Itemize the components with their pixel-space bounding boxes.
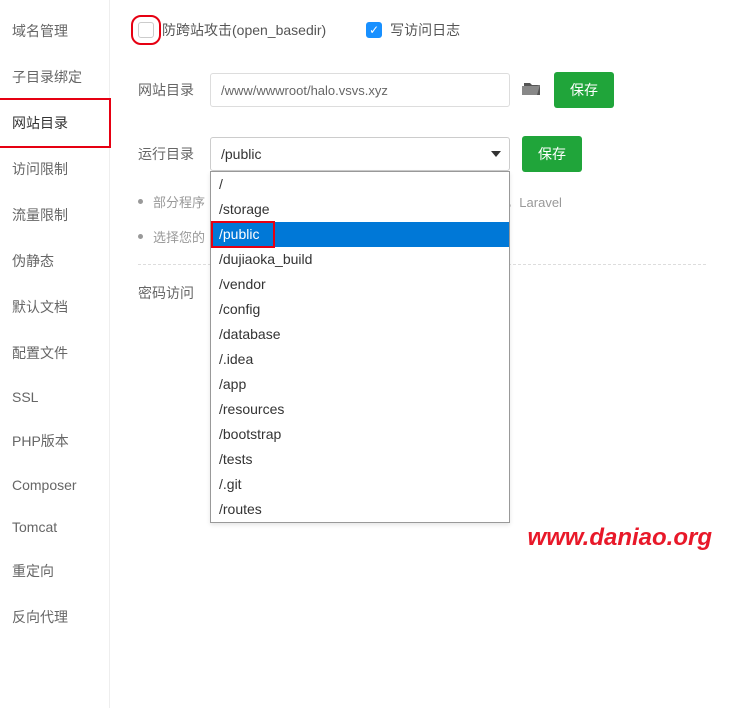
- site-dir-save-button[interactable]: 保存: [554, 72, 614, 108]
- access-log-label: 写访问日志: [390, 20, 460, 40]
- dropdown-option[interactable]: /.git: [211, 472, 509, 497]
- hint-line-2: 选择您的: [153, 227, 205, 246]
- dropdown-option[interactable]: /app: [211, 372, 509, 397]
- sidebar-item-ssl[interactable]: SSL: [0, 376, 109, 418]
- sidebar: 域名管理 子目录绑定 网站目录 访问限制 流量限制 伪静态 默认文档 配置文件 …: [0, 0, 110, 708]
- sidebar-item-sitedir[interactable]: 网站目录: [0, 98, 111, 148]
- access-log-checkbox-wrap[interactable]: 写访问日志: [366, 20, 460, 40]
- sidebar-item-reverse-proxy[interactable]: 反向代理: [0, 594, 109, 640]
- open-basedir-label: 防跨站攻击(open_basedir): [162, 20, 326, 40]
- sidebar-item-access[interactable]: 访问限制: [0, 146, 109, 192]
- sidebar-item-rewrite[interactable]: 伪静态: [0, 238, 109, 284]
- sidebar-item-default-doc[interactable]: 默认文档: [0, 284, 109, 330]
- open-basedir-checkbox[interactable]: [138, 22, 154, 38]
- run-dir-selected-value: /public: [221, 146, 261, 162]
- site-dir-input[interactable]: [210, 73, 510, 107]
- sidebar-item-composer[interactable]: Composer: [0, 464, 109, 506]
- sidebar-item-domain[interactable]: 域名管理: [0, 8, 109, 54]
- dropdown-option[interactable]: /: [211, 172, 509, 197]
- sidebar-item-tomcat[interactable]: Tomcat: [0, 506, 109, 548]
- site-dir-label: 网站目录: [138, 80, 198, 100]
- sidebar-item-php[interactable]: PHP版本: [0, 418, 109, 464]
- chevron-down-icon: [491, 151, 501, 157]
- access-log-checkbox[interactable]: [366, 22, 382, 38]
- run-dir-save-button[interactable]: 保存: [522, 136, 582, 172]
- run-dir-label: 运行目录: [138, 144, 198, 164]
- main-content: 防跨站攻击(open_basedir) 写访问日志 网站目录 保存 运行目录 /…: [110, 0, 734, 708]
- sidebar-item-traffic[interactable]: 流量限制: [0, 192, 109, 238]
- dropdown-option[interactable]: /tests: [211, 447, 509, 472]
- dropdown-option[interactable]: /storage: [211, 197, 509, 222]
- sidebar-item-subdir[interactable]: 子目录绑定: [0, 54, 109, 100]
- run-dir-select[interactable]: /public: [210, 137, 510, 171]
- watermark: www.daniao.org: [528, 524, 712, 552]
- dropdown-option-public[interactable]: /public: [211, 222, 509, 247]
- folder-icon[interactable]: [522, 81, 542, 100]
- dropdown-option[interactable]: /resources: [211, 397, 509, 422]
- dropdown-option[interactable]: /routes: [211, 497, 509, 522]
- dropdown-option[interactable]: /dujiaoka_build: [211, 247, 509, 272]
- open-basedir-checkbox-wrap[interactable]: 防跨站攻击(open_basedir): [138, 20, 326, 40]
- dropdown-option[interactable]: /vendor: [211, 272, 509, 297]
- dropdown-option[interactable]: /bootstrap: [211, 422, 509, 447]
- sidebar-item-redirect[interactable]: 重定向: [0, 548, 109, 594]
- hint-line-1a: 部分程序: [153, 192, 205, 211]
- run-dir-dropdown: / /storage /public /dujiaoka_build /vend…: [210, 171, 510, 523]
- sidebar-item-config[interactable]: 配置文件: [0, 330, 109, 376]
- dropdown-option[interactable]: /.idea: [211, 347, 509, 372]
- bullet-icon: [138, 199, 143, 204]
- dropdown-option[interactable]: /database: [211, 322, 509, 347]
- bullet-icon: [138, 234, 143, 239]
- dropdown-option[interactable]: /config: [211, 297, 509, 322]
